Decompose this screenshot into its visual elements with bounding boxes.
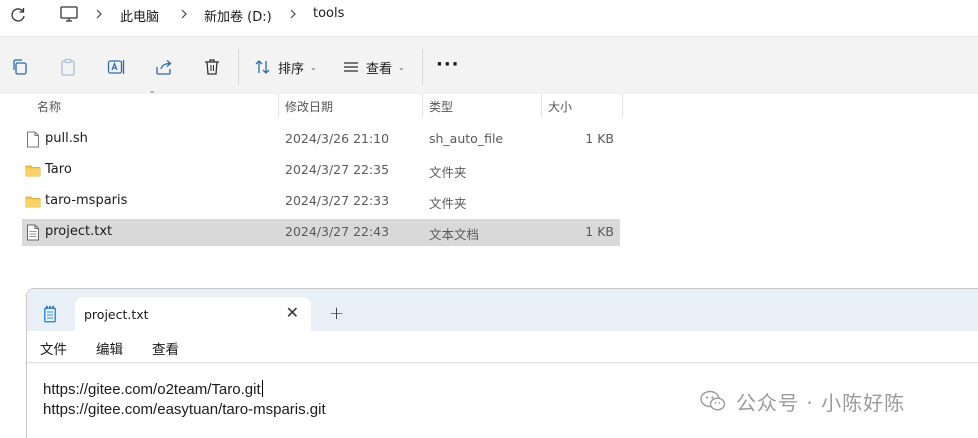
file-size: 1 KB (585, 224, 614, 239)
file-name: pull.sh (45, 131, 88, 146)
sort-label: 排序 (278, 61, 305, 77)
view-button[interactable]: 查看 ⌄ (342, 53, 405, 81)
chevron-right-icon[interactable] (288, 6, 298, 22)
file-row[interactable]: Taro 2024/3/27 22:35 文件夹 (22, 157, 620, 184)
folder-icon (25, 165, 41, 177)
file-size: 1 KB (585, 131, 614, 146)
breadcrumb-tools[interactable]: tools (313, 6, 344, 21)
sort-button[interactable]: 排序 ⌄ (254, 53, 317, 81)
sort-ascending-icon: ⌃ (148, 90, 157, 101)
file-list: ⌃ 名称 修改日期 类型 大小 pull.sh 2024/3/26 21:10 … (0, 90, 978, 284)
close-tab-icon[interactable]: ✕ (286, 303, 299, 322)
rename-icon[interactable] (106, 57, 126, 77)
toolbar-divider (422, 49, 423, 85)
file-name: taro-msparis (45, 193, 128, 208)
delete-icon[interactable] (202, 57, 222, 77)
tab-title: project.txt (84, 307, 149, 322)
file-date: 2024/3/26 21:10 (285, 131, 390, 146)
notepad-titlebar: project.txt ✕ + (27, 289, 978, 331)
column-separator[interactable] (278, 94, 279, 118)
file-type: 文件夹 (429, 165, 467, 180)
view-list-icon (344, 62, 358, 72)
file-date: 2024/3/27 22:33 (285, 193, 390, 208)
editor-line-text: https://gitee.com/o2team/Taro.git (43, 381, 261, 398)
editor-line: https://gitee.com/o2team/Taro.git (43, 380, 263, 398)
column-header-size[interactable]: 大小 (548, 98, 572, 115)
tab-project-txt[interactable]: project.txt ✕ (75, 297, 311, 331)
watermark-text: 公众号 · 小陈好陈 (736, 390, 906, 415)
share-icon[interactable] (154, 57, 174, 77)
view-label: 查看 (366, 61, 393, 77)
editor-line: https://gitee.com/easytuan/taro-msparis.… (43, 401, 326, 418)
file-name: project.txt (45, 224, 113, 239)
chevron-down-icon: ⌄ (310, 62, 317, 72)
file-type: 文件夹 (429, 196, 467, 211)
wechat-logo-icon (700, 390, 726, 411)
file-icon (27, 131, 39, 148)
notepad-app-icon (44, 305, 56, 323)
column-separator[interactable] (622, 94, 623, 118)
breadcrumb-this-pc[interactable]: 此电脑 (120, 6, 159, 25)
chevron-right-icon[interactable] (94, 6, 104, 22)
menu-file[interactable]: 文件 (40, 338, 67, 358)
menu-view[interactable]: 查看 (152, 338, 179, 358)
breadcrumb-drive-d[interactable]: 新加卷 (D:) (204, 6, 272, 25)
file-date: 2024/3/27 22:35 (285, 162, 390, 177)
column-header-name[interactable]: 名称 (37, 98, 61, 115)
file-row[interactable]: pull.sh 2024/3/26 21:10 sh_auto_file 1 K… (22, 126, 620, 153)
folder-icon (25, 196, 41, 208)
copy-icon[interactable] (10, 57, 30, 77)
file-type: 文本文档 (429, 227, 480, 242)
this-pc-icon[interactable] (59, 5, 79, 23)
address-bar: 此电脑 新加卷 (D:) tools (0, 0, 978, 34)
chevron-right-icon[interactable] (179, 6, 189, 22)
watermark: 公众号 · 小陈好陈 (700, 384, 905, 418)
file-row-selected[interactable]: project.txt 2024/3/27 22:43 文本文档 1 KB (22, 219, 620, 246)
file-date: 2024/3/27 22:43 (285, 224, 390, 239)
notepad-menubar: 文件 编辑 查看 (27, 331, 978, 363)
paste-icon[interactable] (58, 57, 78, 77)
column-separator[interactable] (422, 94, 423, 118)
text-cursor (261, 380, 263, 397)
more-options-icon[interactable]: ··· (436, 54, 460, 75)
menu-edit[interactable]: 编辑 (96, 338, 123, 358)
column-header-type[interactable]: 类型 (429, 98, 453, 115)
new-tab-icon[interactable]: + (329, 303, 344, 324)
sort-icon (255, 60, 270, 74)
file-row[interactable]: taro-msparis 2024/3/27 22:33 文件夹 (22, 188, 620, 215)
chevron-down-icon: ⌄ (398, 62, 405, 72)
refresh-icon[interactable] (9, 6, 27, 24)
text-file-icon (27, 224, 39, 241)
toolbar-divider (238, 49, 239, 85)
command-bar: 排序 ⌄ 查看 ⌄ ··· (0, 36, 978, 94)
file-name: Taro (45, 162, 72, 177)
file-type: sh_auto_file (429, 131, 504, 146)
column-separator[interactable] (541, 94, 542, 118)
column-header-date[interactable]: 修改日期 (285, 98, 333, 115)
